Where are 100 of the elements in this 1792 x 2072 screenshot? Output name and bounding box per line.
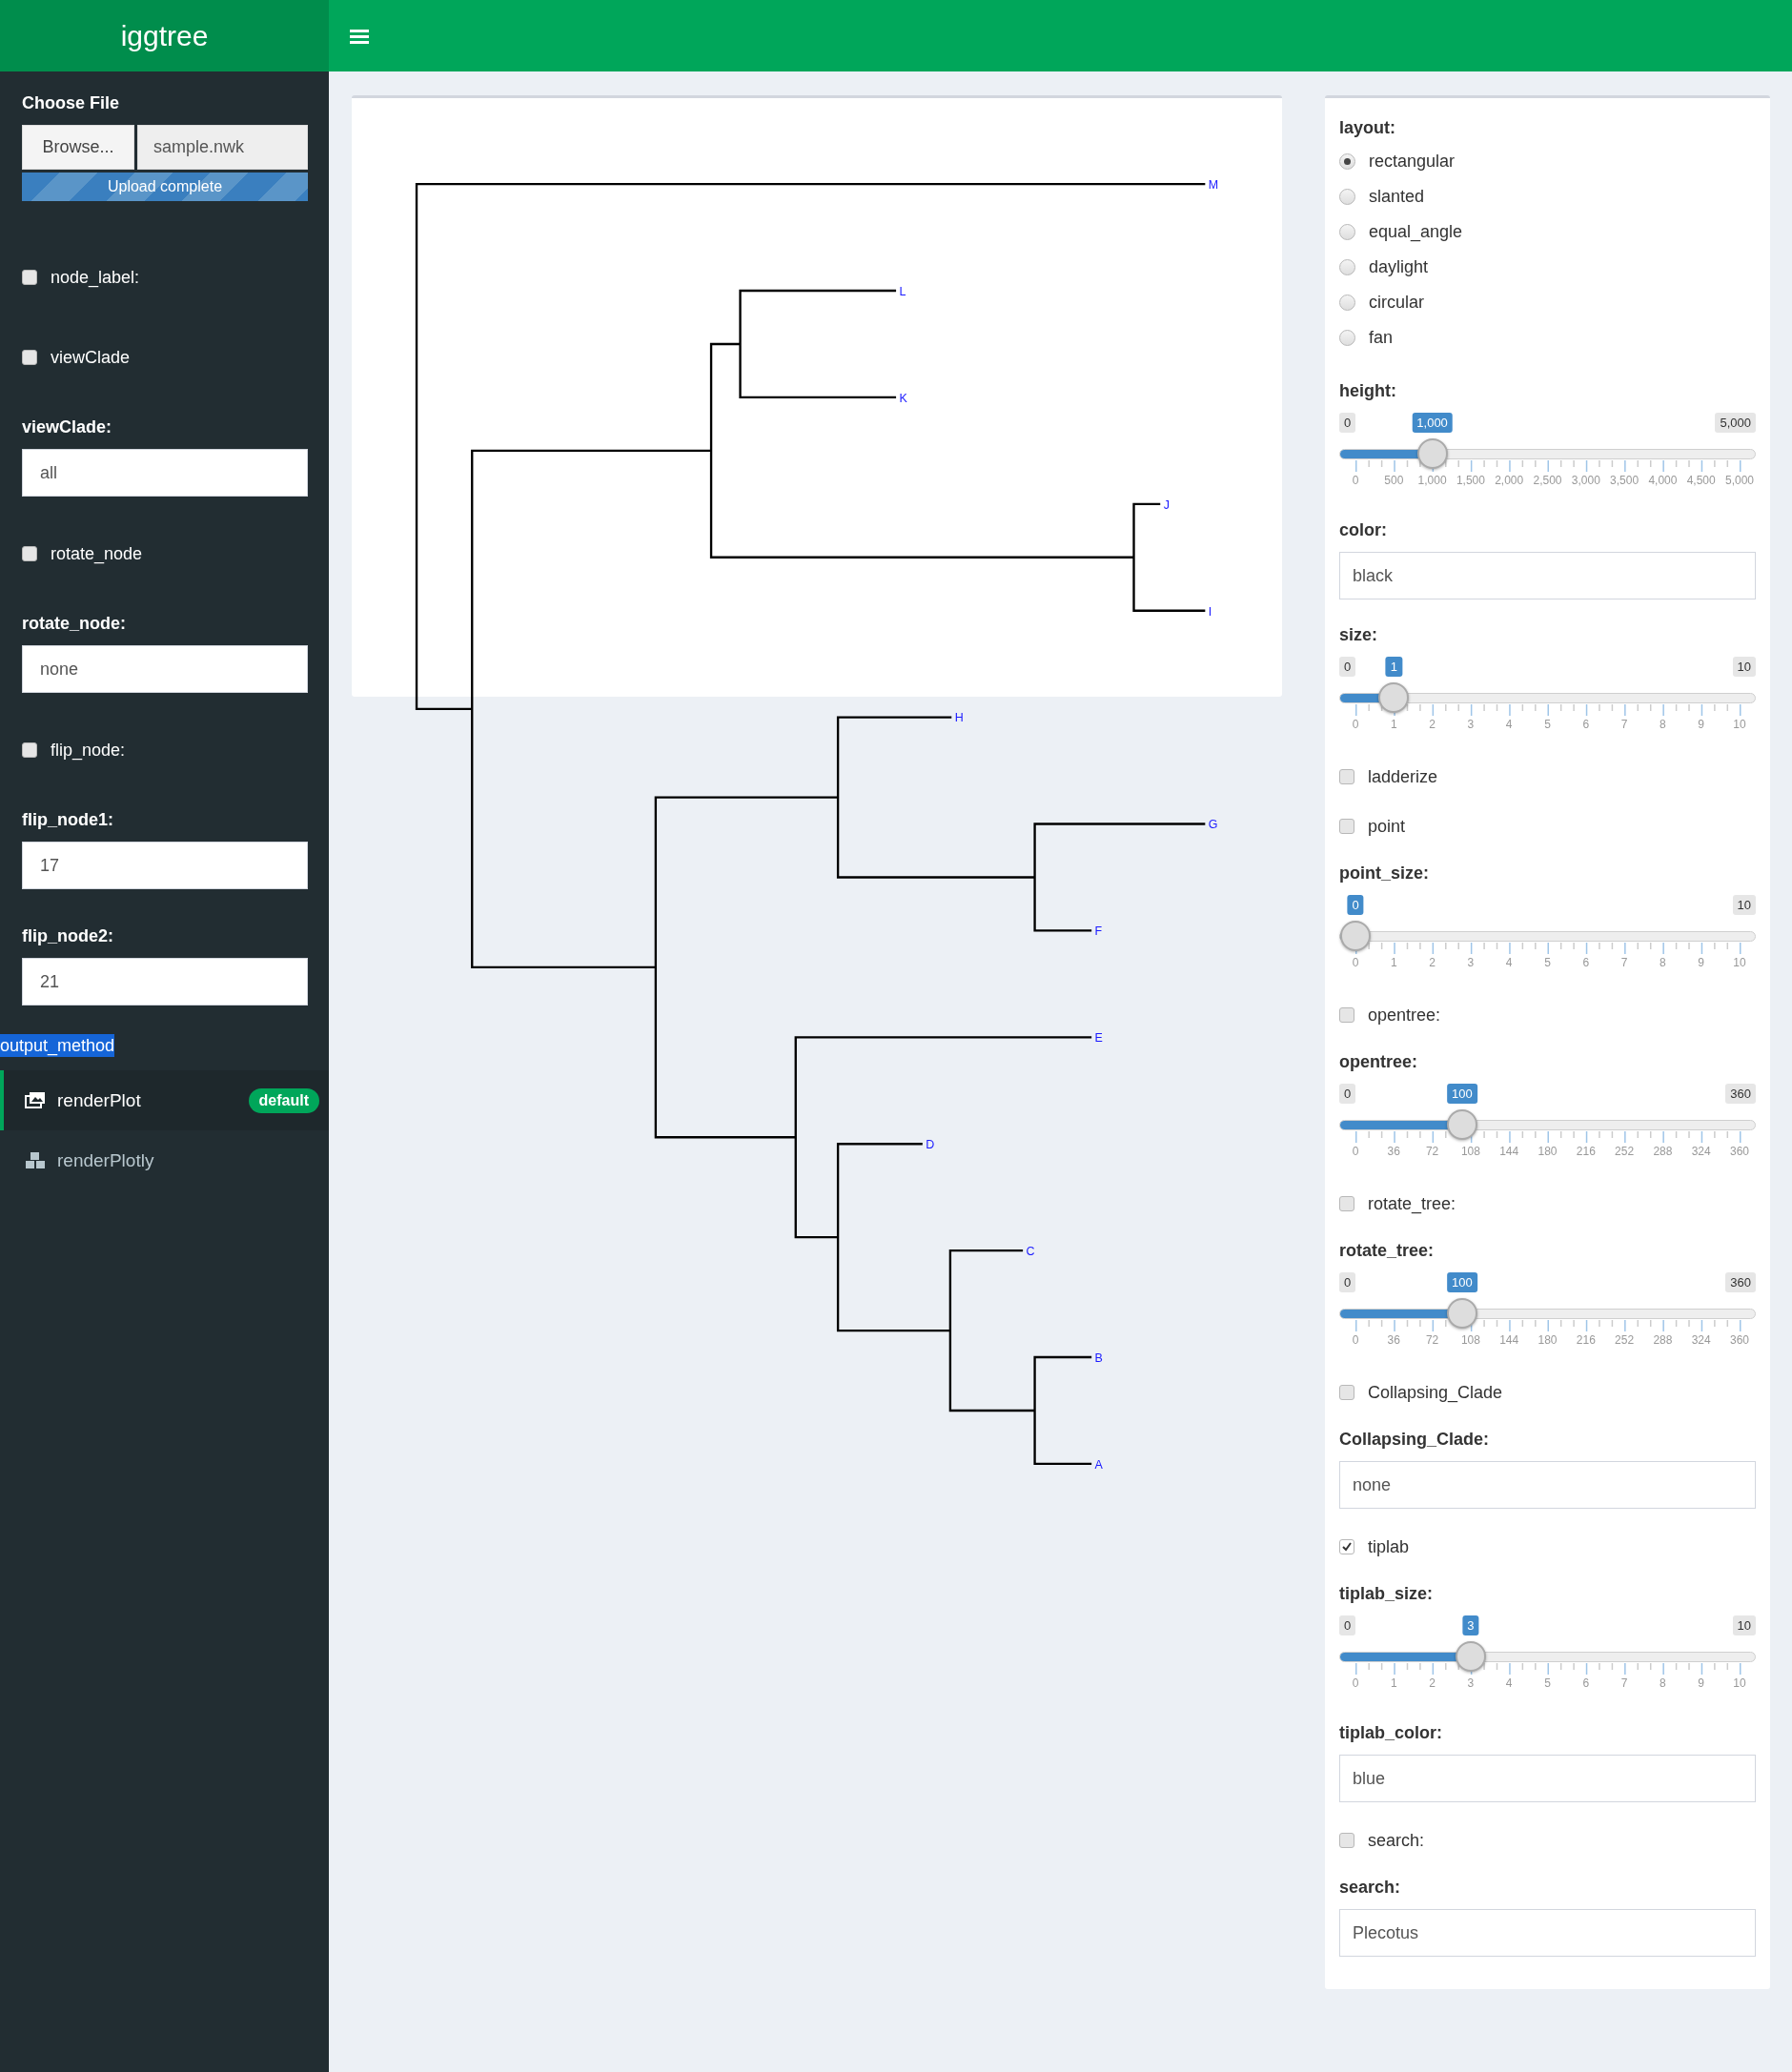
tick-label: 8 xyxy=(1660,1676,1666,1690)
slider-value: 1,000 xyxy=(1412,413,1453,433)
text-field[interactable]: none xyxy=(1339,1461,1756,1509)
tick-label: 5,000 xyxy=(1725,474,1754,487)
checkbox[interactable] xyxy=(22,742,37,758)
progress-fill: Upload complete xyxy=(22,173,308,201)
slider-track[interactable] xyxy=(1339,1652,1756,1662)
slider-value: 0 xyxy=(1347,895,1364,915)
tip-label: K xyxy=(899,391,907,405)
field-label: tiplab_size: xyxy=(1339,1583,1435,1605)
field-label: height: xyxy=(1339,380,1397,402)
slider-track[interactable] xyxy=(1339,693,1756,703)
tick-label: 1 xyxy=(1390,1676,1397,1690)
tick-label: 324 xyxy=(1691,1333,1711,1347)
section-header: output_method xyxy=(0,1034,115,1057)
radio-button[interactable] xyxy=(1339,189,1355,205)
text-field[interactable]: none xyxy=(22,645,308,693)
slider-value: 1 xyxy=(1385,657,1402,677)
slider-min: 0 xyxy=(1339,657,1356,677)
tick-label: 288 xyxy=(1653,1333,1673,1347)
text-field[interactable]: 21 xyxy=(22,958,308,1006)
radio-label: circular xyxy=(1369,293,1424,313)
tick-label: 7 xyxy=(1620,956,1628,969)
checkbox-label: node_label: xyxy=(51,267,140,288)
tip-label: J xyxy=(1163,498,1170,512)
tick-label: 0 xyxy=(1352,718,1359,731)
browse-button[interactable]: Browse... xyxy=(22,125,134,170)
checkbox-label: point xyxy=(1368,816,1406,837)
tick-label: 216 xyxy=(1576,1333,1596,1347)
tick-label: 1,500 xyxy=(1456,474,1485,487)
radio-label: slanted xyxy=(1369,187,1425,207)
text-field[interactable]: blue xyxy=(1339,1755,1756,1802)
slider-thumb[interactable] xyxy=(1446,1109,1477,1140)
tick-label: 6 xyxy=(1582,1676,1590,1690)
text-field[interactable]: Plecotus xyxy=(1339,1909,1756,1957)
checkbox[interactable] xyxy=(22,546,37,561)
text-field[interactable]: 17 xyxy=(22,842,308,889)
radio-button[interactable] xyxy=(1339,153,1355,170)
field-label: search: xyxy=(1339,1877,1402,1899)
radio-label: equal_angle xyxy=(1369,222,1463,242)
tick-label: 144 xyxy=(1499,1145,1519,1158)
tick-label: 4 xyxy=(1505,956,1513,969)
tick-label: 8 xyxy=(1660,718,1666,731)
tick-label: 2,000 xyxy=(1495,474,1524,487)
tick-label: 2,500 xyxy=(1533,474,1562,487)
tick-label: 2 xyxy=(1429,956,1436,969)
checkbox-label: search: xyxy=(1368,1830,1425,1851)
tick-label: 324 xyxy=(1691,1145,1711,1158)
tip-label: G xyxy=(1208,818,1218,832)
text-field[interactable]: all xyxy=(22,449,308,497)
slider-track[interactable] xyxy=(1339,1309,1756,1319)
field-label: flip_node1: xyxy=(22,809,114,831)
slider-track[interactable] xyxy=(1339,1120,1756,1130)
checkbox[interactable] xyxy=(22,350,37,365)
slider-thumb[interactable] xyxy=(1416,438,1448,469)
menu-icon[interactable] xyxy=(350,28,369,44)
checkbox[interactable] xyxy=(1339,1833,1354,1848)
checkbox-label: ladderize xyxy=(1368,766,1438,787)
tip-label: I xyxy=(1208,604,1212,619)
tick-label: 10 xyxy=(1733,1676,1746,1690)
file-name-field: sample.nwk xyxy=(137,125,308,170)
slider-max: 10 xyxy=(1732,895,1756,915)
field-label: color: xyxy=(1339,519,1388,541)
slider-thumb[interactable] xyxy=(1455,1641,1486,1672)
checkbox[interactable] xyxy=(1339,1385,1354,1400)
menu-item[interactable]: renderPlot default xyxy=(0,1070,329,1130)
slider-max: 360 xyxy=(1725,1272,1756,1292)
checkbox[interactable] xyxy=(1339,769,1354,784)
tick-label: 360 xyxy=(1730,1333,1749,1347)
menu-item[interactable]: renderPlotly xyxy=(0,1130,329,1190)
checkbox[interactable] xyxy=(1339,1196,1354,1211)
field-label: layout: xyxy=(1339,117,1396,139)
checkbox[interactable] xyxy=(22,270,37,285)
checkbox[interactable] xyxy=(1339,1539,1354,1554)
field-label: Choose File xyxy=(22,92,120,114)
radio-button[interactable] xyxy=(1339,330,1355,346)
slider-thumb[interactable] xyxy=(1378,682,1410,713)
tick-label: 6 xyxy=(1582,956,1590,969)
tip-label: D xyxy=(926,1138,935,1152)
slider-min: 0 xyxy=(1339,1084,1356,1104)
text-field[interactable]: black xyxy=(1339,552,1756,599)
tick-label: 0 xyxy=(1352,1676,1359,1690)
slider-min: 0 xyxy=(1339,1615,1356,1635)
radio-button[interactable] xyxy=(1339,295,1355,311)
radio-button[interactable] xyxy=(1339,259,1355,275)
slider-track[interactable] xyxy=(1339,449,1756,459)
tick-label: 108 xyxy=(1460,1333,1480,1347)
tick-label: 1 xyxy=(1390,718,1397,731)
tick-label: 2 xyxy=(1429,718,1436,731)
radio-button[interactable] xyxy=(1339,224,1355,240)
tick-label: 8 xyxy=(1660,956,1666,969)
tick-label: 7 xyxy=(1620,1676,1628,1690)
checkbox[interactable] xyxy=(1339,819,1354,834)
tick-label: 36 xyxy=(1387,1333,1400,1347)
slider-max: 5,000 xyxy=(1715,413,1756,433)
slider-thumb[interactable] xyxy=(1446,1298,1477,1329)
tick-label: 9 xyxy=(1698,1676,1705,1690)
radio-label: daylight xyxy=(1369,257,1429,277)
slider-thumb[interactable] xyxy=(1340,921,1371,951)
checkbox[interactable] xyxy=(1339,1007,1354,1023)
